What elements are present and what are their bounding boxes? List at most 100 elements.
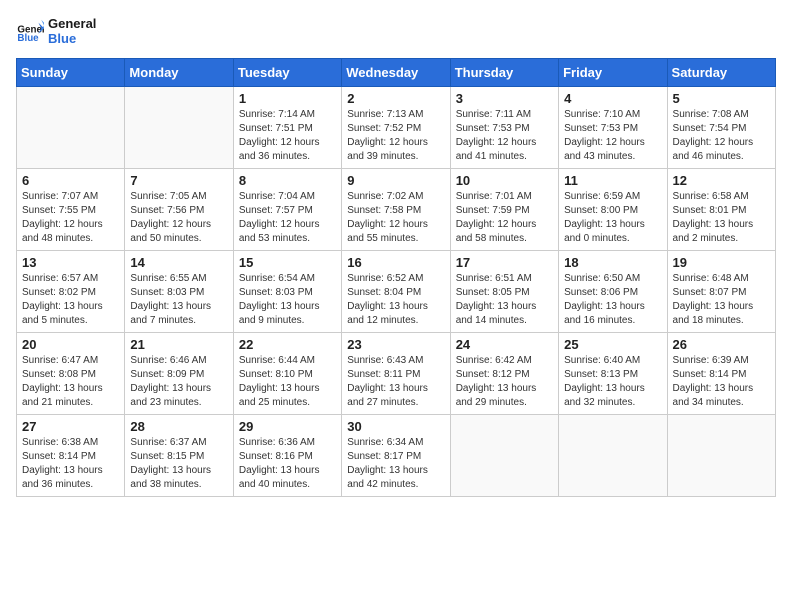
calendar-cell: 16 Sunrise: 6:52 AM Sunset: 8:04 PM Dayli… (342, 251, 450, 333)
day-info: Sunrise: 6:38 AM Sunset: 8:14 PM Dayligh… (22, 436, 119, 492)
calendar-week-row: 1 Sunrise: 7:14 AM Sunset: 7:51 PM Daylig… (17, 87, 776, 169)
page-header: General Blue General Blue (16, 16, 776, 46)
calendar-cell: 20 Sunrise: 6:47 AM Sunset: 8:08 PM Dayli… (17, 333, 125, 415)
weekday-header-friday: Friday (559, 59, 667, 87)
day-info: Sunrise: 6:39 AM Sunset: 8:14 PM Dayligh… (673, 354, 770, 410)
day-info: Sunrise: 7:01 AM Sunset: 7:59 PM Dayligh… (456, 190, 553, 246)
calendar-cell (667, 415, 775, 497)
day-info: Sunrise: 6:52 AM Sunset: 8:04 PM Dayligh… (347, 272, 444, 328)
calendar-cell: 19 Sunrise: 6:48 AM Sunset: 8:07 PM Dayli… (667, 251, 775, 333)
day-number: 4 (564, 91, 661, 106)
calendar-cell: 15 Sunrise: 6:54 AM Sunset: 8:03 PM Dayli… (233, 251, 341, 333)
calendar-cell: 22 Sunrise: 6:44 AM Sunset: 8:10 PM Dayli… (233, 333, 341, 415)
day-number: 14 (130, 255, 227, 270)
calendar-cell: 27 Sunrise: 6:38 AM Sunset: 8:14 PM Dayli… (17, 415, 125, 497)
weekday-header-tuesday: Tuesday (233, 59, 341, 87)
calendar-cell: 29 Sunrise: 6:36 AM Sunset: 8:16 PM Dayli… (233, 415, 341, 497)
calendar-cell: 1 Sunrise: 7:14 AM Sunset: 7:51 PM Daylig… (233, 87, 341, 169)
svg-text:Blue: Blue (17, 33, 39, 44)
day-info: Sunrise: 7:08 AM Sunset: 7:54 PM Dayligh… (673, 108, 770, 164)
day-info: Sunrise: 6:55 AM Sunset: 8:03 PM Dayligh… (130, 272, 227, 328)
day-number: 26 (673, 337, 770, 352)
day-number: 25 (564, 337, 661, 352)
calendar-cell: 4 Sunrise: 7:10 AM Sunset: 7:53 PM Daylig… (559, 87, 667, 169)
day-number: 19 (673, 255, 770, 270)
day-info: Sunrise: 6:48 AM Sunset: 8:07 PM Dayligh… (673, 272, 770, 328)
calendar-cell: 9 Sunrise: 7:02 AM Sunset: 7:58 PM Daylig… (342, 169, 450, 251)
calendar-cell: 6Sunrise: 7:07 AM Sunset: 7:55 PM Daylig… (17, 169, 125, 251)
weekday-header-wednesday: Wednesday (342, 59, 450, 87)
calendar-cell: 7 Sunrise: 7:05 AM Sunset: 7:56 PM Daylig… (125, 169, 233, 251)
day-number: 1 (239, 91, 336, 106)
day-number: 22 (239, 337, 336, 352)
calendar-cell: 11 Sunrise: 6:59 AM Sunset: 8:00 PM Dayli… (559, 169, 667, 251)
day-info: Sunrise: 7:11 AM Sunset: 7:53 PM Dayligh… (456, 108, 553, 164)
day-number: 11 (564, 173, 661, 188)
day-number: 24 (456, 337, 553, 352)
calendar-cell (559, 415, 667, 497)
calendar-cell: 24 Sunrise: 6:42 AM Sunset: 8:12 PM Dayli… (450, 333, 558, 415)
day-number: 7 (130, 173, 227, 188)
calendar-cell: 23 Sunrise: 6:43 AM Sunset: 8:11 PM Dayli… (342, 333, 450, 415)
day-info: Sunrise: 6:34 AM Sunset: 8:17 PM Dayligh… (347, 436, 444, 492)
calendar-cell: 26 Sunrise: 6:39 AM Sunset: 8:14 PM Dayli… (667, 333, 775, 415)
day-number: 18 (564, 255, 661, 270)
day-info: Sunrise: 7:13 AM Sunset: 7:52 PM Dayligh… (347, 108, 444, 164)
day-info: Sunrise: 7:10 AM Sunset: 7:53 PM Dayligh… (564, 108, 661, 164)
day-info: Sunrise: 6:46 AM Sunset: 8:09 PM Dayligh… (130, 354, 227, 410)
day-info: Sunrise: 7:02 AM Sunset: 7:58 PM Dayligh… (347, 190, 444, 246)
day-number: 17 (456, 255, 553, 270)
day-info: Sunrise: 6:40 AM Sunset: 8:13 PM Dayligh… (564, 354, 661, 410)
logo-blue: Blue (48, 31, 96, 46)
calendar-week-row: 13 Sunrise: 6:57 AM Sunset: 8:02 PM Dayli… (17, 251, 776, 333)
weekday-header-sunday: Sunday (17, 59, 125, 87)
day-info: Sunrise: 6:50 AM Sunset: 8:06 PM Dayligh… (564, 272, 661, 328)
day-number: 15 (239, 255, 336, 270)
calendar-cell: 21 Sunrise: 6:46 AM Sunset: 8:09 PM Dayli… (125, 333, 233, 415)
day-info: Sunrise: 6:44 AM Sunset: 8:10 PM Dayligh… (239, 354, 336, 410)
calendar-cell (450, 415, 558, 497)
day-info: Sunrise: 6:36 AM Sunset: 8:16 PM Dayligh… (239, 436, 336, 492)
day-info: Sunrise: 7:04 AM Sunset: 7:57 PM Dayligh… (239, 190, 336, 246)
day-number: 13 (22, 255, 119, 270)
calendar-cell: 28Sunrise: 6:37 AM Sunset: 8:15 PM Dayli… (125, 415, 233, 497)
day-info: Sunrise: 6:37 AM Sunset: 8:15 PM Dayligh… (130, 436, 227, 492)
calendar-week-row: 27 Sunrise: 6:38 AM Sunset: 8:14 PM Dayli… (17, 415, 776, 497)
weekday-header-thursday: Thursday (450, 59, 558, 87)
day-info: Sunrise: 7:05 AM Sunset: 7:56 PM Dayligh… (130, 190, 227, 246)
calendar-cell: 2 Sunrise: 7:13 AM Sunset: 7:52 PM Daylig… (342, 87, 450, 169)
day-number: 12 (673, 173, 770, 188)
weekday-header-monday: Monday (125, 59, 233, 87)
logo: General Blue General Blue (16, 16, 96, 46)
day-info: Sunrise: 6:58 AM Sunset: 8:01 PM Dayligh… (673, 190, 770, 246)
day-info: Sunrise: 6:47 AM Sunset: 8:08 PM Dayligh… (22, 354, 119, 410)
day-info: Sunrise: 6:59 AM Sunset: 8:00 PM Dayligh… (564, 190, 661, 246)
day-number: 21 (130, 337, 227, 352)
day-info: Sunrise: 7:14 AM Sunset: 7:51 PM Dayligh… (239, 108, 336, 164)
day-number: 5 (673, 91, 770, 106)
day-number: 16 (347, 255, 444, 270)
day-number: 3 (456, 91, 553, 106)
day-number: 27 (22, 419, 119, 434)
calendar-cell: 13 Sunrise: 6:57 AM Sunset: 8:02 PM Dayli… (17, 251, 125, 333)
calendar-week-row: 6Sunrise: 7:07 AM Sunset: 7:55 PM Daylig… (17, 169, 776, 251)
day-number: 6 (22, 173, 119, 188)
calendar-cell: 30Sunrise: 6:34 AM Sunset: 8:17 PM Dayli… (342, 415, 450, 497)
calendar-cell: 3 Sunrise: 7:11 AM Sunset: 7:53 PM Daylig… (450, 87, 558, 169)
day-info: Sunrise: 6:57 AM Sunset: 8:02 PM Dayligh… (22, 272, 119, 328)
day-info: Sunrise: 6:54 AM Sunset: 8:03 PM Dayligh… (239, 272, 336, 328)
calendar-cell: 18 Sunrise: 6:50 AM Sunset: 8:06 PM Dayli… (559, 251, 667, 333)
day-number: 9 (347, 173, 444, 188)
day-info: Sunrise: 6:43 AM Sunset: 8:11 PM Dayligh… (347, 354, 444, 410)
calendar-cell: 17 Sunrise: 6:51 AM Sunset: 8:05 PM Dayli… (450, 251, 558, 333)
day-number: 2 (347, 91, 444, 106)
day-number: 20 (22, 337, 119, 352)
calendar-cell (125, 87, 233, 169)
day-number: 23 (347, 337, 444, 352)
calendar-cell: 25 Sunrise: 6:40 AM Sunset: 8:13 PM Dayli… (559, 333, 667, 415)
logo-icon: General Blue (16, 17, 44, 45)
day-info: Sunrise: 6:42 AM Sunset: 8:12 PM Dayligh… (456, 354, 553, 410)
day-number: 10 (456, 173, 553, 188)
day-info: Sunrise: 6:51 AM Sunset: 8:05 PM Dayligh… (456, 272, 553, 328)
day-number: 29 (239, 419, 336, 434)
